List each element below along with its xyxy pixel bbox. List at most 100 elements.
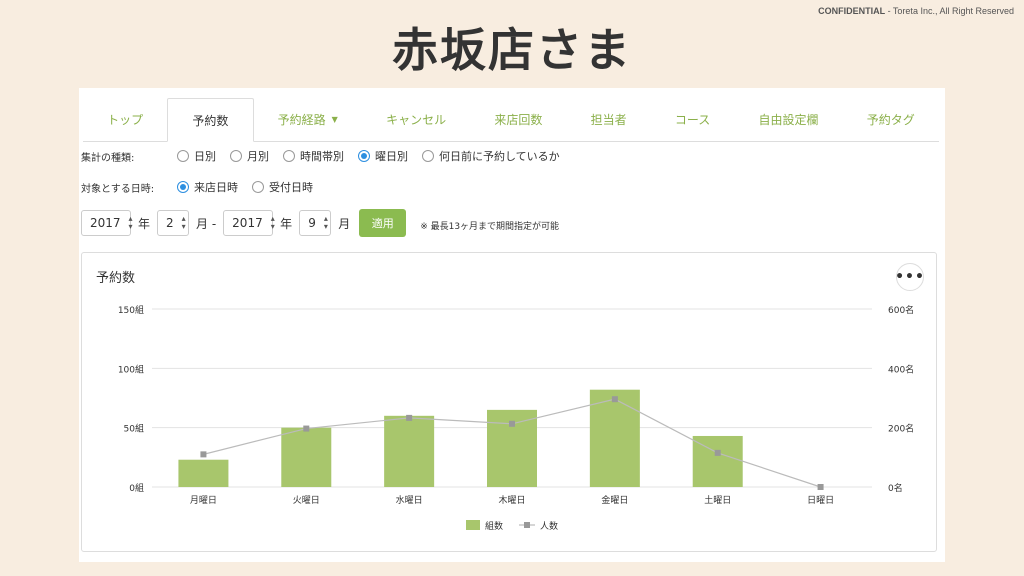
line-marker bbox=[714, 449, 721, 456]
analytics-panel: トップ 予約数 予約経路 ▼ キャンセル 来店回数 担当者 コース 自由設定欄 予… bbox=[79, 88, 945, 562]
month-unit: 月 bbox=[338, 216, 351, 231]
radio-selected-icon bbox=[177, 181, 189, 193]
tab-visit-count[interactable]: 来店回数 bbox=[470, 98, 566, 141]
x-axis-tick-label: 火曜日 bbox=[293, 495, 320, 506]
left-axis-tick-label: 100組 bbox=[118, 363, 144, 375]
line-marker bbox=[303, 425, 310, 432]
stepper-icon: ▴ ▾ bbox=[323, 214, 328, 231]
tab-reservation-count[interactable]: 予約数 bbox=[167, 98, 254, 142]
line-marker bbox=[406, 414, 413, 421]
tab-label: コース bbox=[674, 113, 711, 127]
to-year-select[interactable]: 2017 ▴ ▾ bbox=[223, 210, 275, 236]
radio-daily[interactable]: 日別 bbox=[177, 148, 216, 164]
slide-title: 赤坂店さま bbox=[392, 23, 632, 77]
radio-hourly[interactable]: 時間帯別 bbox=[283, 148, 344, 164]
x-axis-tick-label: 月曜日 bbox=[190, 495, 217, 506]
tab-top[interactable]: トップ bbox=[83, 98, 167, 141]
tab-label: 来店回数 bbox=[494, 113, 543, 127]
chart-svg: 0組 50組 100組 150組 0名 200名 400名 600名月曜日 火曜日 水曜日 木曜日 金… bbox=[118, 304, 914, 532]
x-axis-tick-label: 木曜日 bbox=[498, 494, 525, 506]
tab-staff[interactable]: 担当者 bbox=[566, 98, 650, 141]
right-axis-tick-label: 400名 bbox=[888, 363, 914, 375]
tab-custom-field[interactable]: 自由設定欄 bbox=[734, 98, 842, 141]
confidential-label: CONFIDENTIAL bbox=[818, 6, 886, 16]
bar bbox=[589, 389, 640, 487]
radio-label: 曜日別 bbox=[375, 150, 408, 163]
legend-swatch-bar bbox=[466, 520, 480, 530]
radio-days-before[interactable]: 何日前に予約しているか bbox=[422, 148, 560, 164]
range-note: ※ 最長13ヶ月まで期間指定が可能 bbox=[420, 221, 560, 232]
right-axis-tick-label: 0名 bbox=[888, 482, 903, 494]
stepper-icon: ▴ ▾ bbox=[270, 214, 275, 231]
radio-label: 月別 bbox=[247, 150, 269, 163]
left-axis-tick-label: 0組 bbox=[129, 482, 144, 494]
left-axis-tick-label: 150組 bbox=[118, 304, 144, 316]
left-axis-tick-label: 50組 bbox=[124, 423, 144, 435]
radio-monthly[interactable]: 月別 bbox=[230, 148, 269, 164]
to-month-select[interactable]: 9 ▴ ▾ bbox=[299, 210, 332, 236]
tab-cancel[interactable]: キャンセル bbox=[362, 98, 470, 141]
tab-label: 担当者 bbox=[590, 113, 627, 127]
legend-label: 組数 bbox=[485, 520, 503, 532]
tab-reservation-route[interactable]: 予約経路 ▼ bbox=[254, 98, 362, 141]
date-target-label: 対象とする日時: bbox=[81, 183, 155, 195]
x-axis-tick-label: 金曜日 bbox=[601, 494, 628, 506]
from-month-select[interactable]: 2 ▴ ▾ bbox=[157, 210, 190, 236]
radio-icon bbox=[177, 150, 189, 162]
stepper-icon: ▴ ▾ bbox=[181, 214, 186, 231]
x-axis-tick-label: 日曜日 bbox=[807, 495, 834, 506]
radio-label: 何日前に予約しているか bbox=[439, 150, 560, 163]
radio-icon bbox=[422, 150, 434, 162]
aggregation-label: 集計の種類: bbox=[81, 152, 135, 164]
line-marker bbox=[611, 396, 618, 403]
right-axis-tick-label: 600名 bbox=[888, 304, 914, 316]
radio-received-datetime[interactable]: 受付日時 bbox=[252, 179, 313, 195]
tab-reservation-tag[interactable]: 予約タグ bbox=[843, 98, 939, 141]
caret-down-icon: ▼ bbox=[331, 115, 338, 124]
tab-label: 予約タグ bbox=[866, 113, 915, 127]
select-value: 2017 bbox=[232, 216, 263, 230]
confidential-notice: CONFIDENTIAL - Toreta Inc., All Right Re… bbox=[818, 6, 1014, 16]
radio-label: 来店日時 bbox=[194, 181, 238, 194]
line-marker bbox=[817, 484, 824, 490]
radio-icon bbox=[283, 150, 295, 162]
bar bbox=[178, 459, 229, 487]
date-range-row: 2017 ▴ ▾ 年 2 ▴ ▾ 月 - 2017 ▴ ▾ 年 9 ▴ ▾ 月 適用 ※ 最長1… bbox=[81, 209, 559, 237]
date-target-row: 対象とする日時: 来店日時 受付日時 bbox=[81, 179, 327, 195]
x-axis-tick-label: 土曜日 bbox=[704, 494, 731, 506]
radio-visit-datetime[interactable]: 来店日時 bbox=[177, 179, 238, 195]
stepper-icon: ▴ ▾ bbox=[128, 214, 133, 231]
radio-weekday[interactable]: 曜日別 bbox=[358, 148, 408, 164]
right-axis-tick-label: 200名 bbox=[888, 423, 914, 435]
line-marker bbox=[509, 420, 515, 427]
year-unit: 年 bbox=[280, 216, 293, 231]
tab-label: 予約数 bbox=[192, 113, 229, 128]
bar bbox=[281, 427, 332, 487]
tab-bar: トップ 予約数 予約経路 ▼ キャンセル 来店回数 担当者 コース 自由設定欄 予… bbox=[83, 98, 939, 142]
radio-label: 時間帯別 bbox=[300, 150, 344, 163]
aggregation-row: 集計の種類: 日別 月別 時間帯別 曜日別 何日前に予約しているか bbox=[81, 148, 574, 164]
tab-label: トップ bbox=[107, 113, 144, 127]
tab-label: 自由設定欄 bbox=[758, 113, 819, 127]
copyright-text: - Toreta Inc., All Right Reserved bbox=[885, 6, 1014, 16]
radio-icon bbox=[230, 150, 242, 162]
line-marker bbox=[200, 451, 207, 458]
legend-marker bbox=[524, 522, 530, 528]
year-unit: 年 bbox=[138, 216, 151, 231]
tab-course[interactable]: コース bbox=[651, 98, 735, 141]
legend-label: 人数 bbox=[540, 520, 558, 532]
bar bbox=[384, 415, 435, 487]
radio-label: 受付日時 bbox=[269, 181, 313, 194]
select-value: 9 bbox=[308, 216, 316, 230]
radio-selected-icon bbox=[358, 150, 370, 162]
apply-button[interactable]: 適用 bbox=[359, 209, 407, 237]
radio-label: 日別 bbox=[194, 150, 216, 163]
from-year-select[interactable]: 2017 ▴ ▾ bbox=[81, 210, 133, 236]
x-axis-tick-label: 水曜日 bbox=[396, 494, 423, 506]
chart-card: 予約数 ••• 0組 50組 100組 150組 0名 200名 400名 600名 月曜日 火曜… bbox=[81, 252, 937, 552]
radio-icon bbox=[252, 181, 264, 193]
tab-label: キャンセル bbox=[386, 113, 447, 127]
tab-label: 予約経路 bbox=[277, 113, 326, 127]
month-unit-dash: 月 - bbox=[196, 216, 217, 231]
select-value: 2 bbox=[166, 216, 174, 230]
